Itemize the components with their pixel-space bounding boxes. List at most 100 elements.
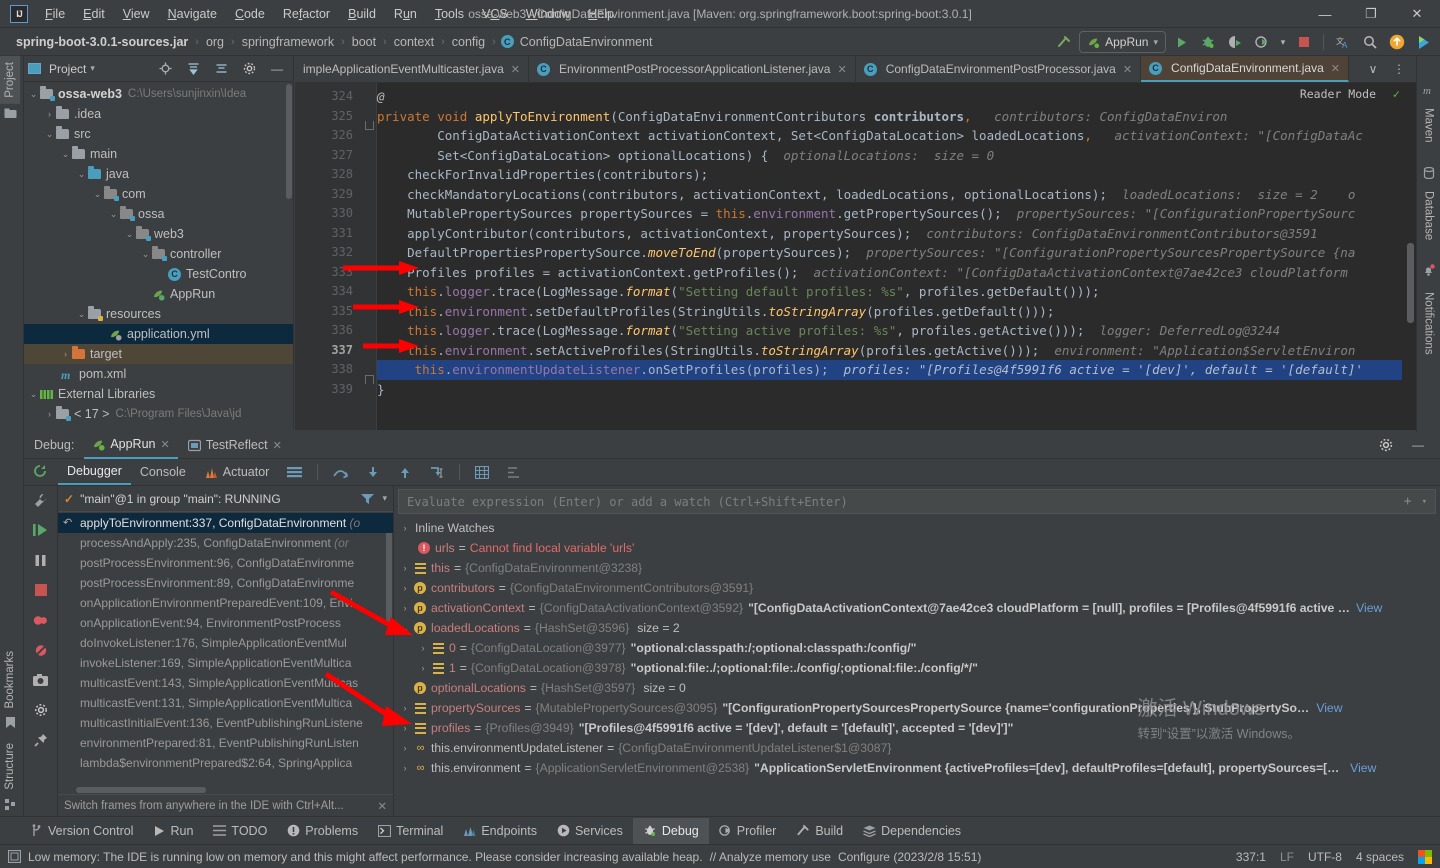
translate-icon[interactable]: 文A	[1331, 31, 1355, 53]
run-configuration-selector[interactable]: AppRun ▾	[1079, 31, 1166, 53]
project-tree-scrollbar[interactable]	[286, 84, 292, 199]
bottom-tab-problems[interactable]: Problems	[277, 818, 368, 844]
locate-icon[interactable]	[153, 58, 177, 80]
breadcrumb-item-jar[interactable]: spring-boot-3.0.1-sources.jar	[14, 35, 190, 49]
profiler-icon[interactable]	[1250, 31, 1274, 53]
chevron-icon[interactable]: ›	[398, 578, 412, 598]
bottom-tab-dependencies[interactable]: Dependencies	[853, 818, 971, 844]
var-row-property-sources[interactable]: › propertySources = {MutablePropertySour…	[394, 698, 1440, 718]
frame-row-current[interactable]: ↶ applyToEnvironment:337, ConfigDataEnvi…	[58, 513, 393, 533]
tabs-more-icon[interactable]: ⋮	[1387, 58, 1411, 80]
frame-row[interactable]: postProcessEnvironment:96, ConfigDataEnv…	[58, 553, 393, 573]
bottom-tab-services[interactable]: Services	[547, 818, 633, 844]
step-over-icon[interactable]	[324, 460, 357, 485]
tree-item-ossa[interactable]: ⌄ ossa	[24, 204, 293, 224]
var-row-environment-update-listener[interactable]: › ∞ this.environmentUpdateListener = {Co…	[394, 738, 1440, 758]
sidebar-item-bookmarks[interactable]: Bookmarks	[0, 645, 20, 715]
tree-item-apprun[interactable]: AppRun	[24, 284, 293, 304]
var-row-loaded-locations[interactable]: ⌄ p loadedLocations = {HashSet@3596} siz…	[394, 618, 1440, 638]
chevron-icon[interactable]: ⌄	[124, 229, 135, 240]
camera-icon[interactable]	[30, 670, 52, 690]
frame-row[interactable]: onApplicationEvent:94, EnvironmentPostPr…	[58, 613, 393, 633]
breadcrumb-item-org[interactable]: org	[204, 35, 226, 49]
debug-session-tab-apprun[interactable]: AppRun ✕	[84, 432, 178, 459]
frame-row[interactable]: invokeListener:169, SimpleApplicationEve…	[58, 653, 393, 673]
frames-scrollbar-h[interactable]	[76, 787, 206, 793]
collapse-all-icon[interactable]	[209, 58, 233, 80]
tree-item-pom-xml[interactable]: m pom.xml	[24, 364, 293, 384]
stop-icon[interactable]	[30, 580, 52, 600]
run-to-cursor-icon[interactable]	[421, 460, 453, 485]
search-everywhere-icon[interactable]	[1358, 31, 1382, 53]
menu-navigate[interactable]: Navigate	[159, 4, 226, 24]
close-icon[interactable]: ✕	[161, 438, 170, 451]
var-row-loaded-location-1[interactable]: › 1 = {ConfigDataLocation@3978} "optiona…	[394, 658, 1440, 678]
breadcrumb-item-springframework[interactable]: springframework	[240, 35, 336, 49]
frame-row[interactable]: multicastInitialEvent:136, EventPublishi…	[58, 713, 393, 733]
frame-list[interactable]: ↶ applyToEnvironment:337, ConfigDataEnvi…	[58, 512, 393, 794]
debug-session-tab-testreflect[interactable]: TestReflect ✕	[180, 432, 290, 459]
frame-row[interactable]: onApplicationEnvironmentPreparedEvent:10…	[58, 593, 393, 613]
frame-row[interactable]: doInvokeListener:176, SimpleApplicationE…	[58, 633, 393, 653]
chevron-icon[interactable]: ⌄	[398, 618, 412, 638]
chevron-icon[interactable]: ›	[398, 598, 412, 618]
tab-config-data-environment[interactable]: C ConfigDataEnvironment.java ✕	[1141, 56, 1349, 82]
tabs-overflow-icon[interactable]: ∨	[1361, 58, 1385, 80]
tree-item-application-yml[interactable]: application.yml	[24, 324, 293, 344]
chevron-icon[interactable]: ⌄	[76, 309, 87, 320]
tree-item-controller[interactable]: ⌄ controller	[24, 244, 293, 264]
line-number-gutter[interactable]: 324 325 326 327 328 329 330 331 332 333 …	[295, 83, 363, 430]
var-row-loaded-location-0[interactable]: › 0 = {ConfigDataLocation@3977} "optiona…	[394, 638, 1440, 658]
expand-all-icon[interactable]	[181, 58, 205, 80]
pin-icon[interactable]	[30, 730, 52, 750]
var-row-optional-locations[interactable]: p optionalLocations = {HashSet@3597} siz…	[394, 678, 1440, 698]
minimize-button[interactable]: —	[1302, 0, 1348, 28]
run-icon[interactable]	[1169, 31, 1193, 53]
menu-run[interactable]: Run	[385, 4, 426, 24]
frame-row[interactable]: environmentPrepared:81, EventPublishingR…	[58, 733, 393, 753]
resume-icon[interactable]	[30, 520, 52, 540]
chevron-icon[interactable]: ›	[44, 109, 55, 119]
breadcrumb-item-context[interactable]: context	[392, 35, 436, 49]
project-tree[interactable]: ⌄ ossa-web3 C:\Users\sunjinxin\Idea › .i…	[24, 82, 293, 430]
hide-panel-icon[interactable]: —	[265, 58, 289, 80]
tree-item-web3[interactable]: ⌄ web3	[24, 224, 293, 244]
frame-row[interactable]: processAndApply:235, ConfigDataEnvironme…	[58, 533, 393, 553]
chevron-icon[interactable]: ›	[398, 698, 412, 718]
view-breakpoints-icon[interactable]	[30, 610, 52, 630]
maximize-button[interactable]: ❐	[1348, 0, 1394, 28]
tab-debugger[interactable]: Debugger	[58, 460, 131, 485]
tree-item-resources[interactable]: ⌄ resources	[24, 304, 293, 324]
var-row-contributors[interactable]: › p contributors = {ConfigDataEnvironmen…	[394, 578, 1440, 598]
chevron-down-icon[interactable]: ▾	[1422, 497, 1427, 507]
var-row-activation-context[interactable]: › p activationContext = {ConfigDataActiv…	[394, 598, 1440, 618]
code-folding-gutter[interactable]	[363, 83, 377, 430]
menu-build[interactable]: Build	[339, 4, 385, 24]
breadcrumb-item-boot[interactable]: boot	[350, 35, 378, 49]
code-editor[interactable]: 324 325 326 327 328 329 330 331 332 333 …	[295, 83, 1416, 430]
chevron-icon[interactable]: ›	[398, 718, 412, 738]
tree-item-testcontroller[interactable]: C TestContro	[24, 264, 293, 284]
chevron-icon[interactable]: ›	[398, 758, 412, 778]
pause-icon[interactable]	[30, 550, 52, 570]
close-button[interactable]: ✕	[1394, 0, 1440, 28]
menu-help[interactable]: Help	[579, 4, 623, 24]
bottom-tab-todo[interactable]: TODO	[203, 818, 277, 844]
chevron-icon[interactable]: ⌄	[140, 249, 151, 260]
close-icon[interactable]: ✕	[1123, 63, 1132, 76]
tree-item-com[interactable]: ⌄ com	[24, 184, 293, 204]
mute-breakpoints-icon[interactable]	[30, 640, 52, 660]
frame-row[interactable]: multicastEvent:143, SimpleApplicationEve…	[58, 673, 393, 693]
chevron-down-icon[interactable]: ▾	[1277, 31, 1289, 53]
frame-row[interactable]: multicastEvent:131, SimpleApplicationEve…	[58, 693, 393, 713]
add-watch-icon[interactable]: +	[1404, 494, 1412, 509]
chevron-icon[interactable]: ›	[44, 409, 55, 419]
var-row-this[interactable]: › this = {ConfigDataEnvironment@3238}	[394, 558, 1440, 578]
chevron-icon[interactable]: ›	[416, 658, 430, 678]
thread-selector[interactable]: ✓ "main"@1 in group "main": RUNNING ▾	[58, 486, 393, 512]
close-icon[interactable]: ✕	[273, 439, 282, 452]
debug-icon[interactable]	[1196, 31, 1220, 53]
close-icon[interactable]: ✕	[837, 63, 846, 76]
sidebar-item-maven[interactable]: Maven	[1419, 102, 1439, 149]
file-encoding[interactable]: UTF-8	[1308, 850, 1342, 864]
